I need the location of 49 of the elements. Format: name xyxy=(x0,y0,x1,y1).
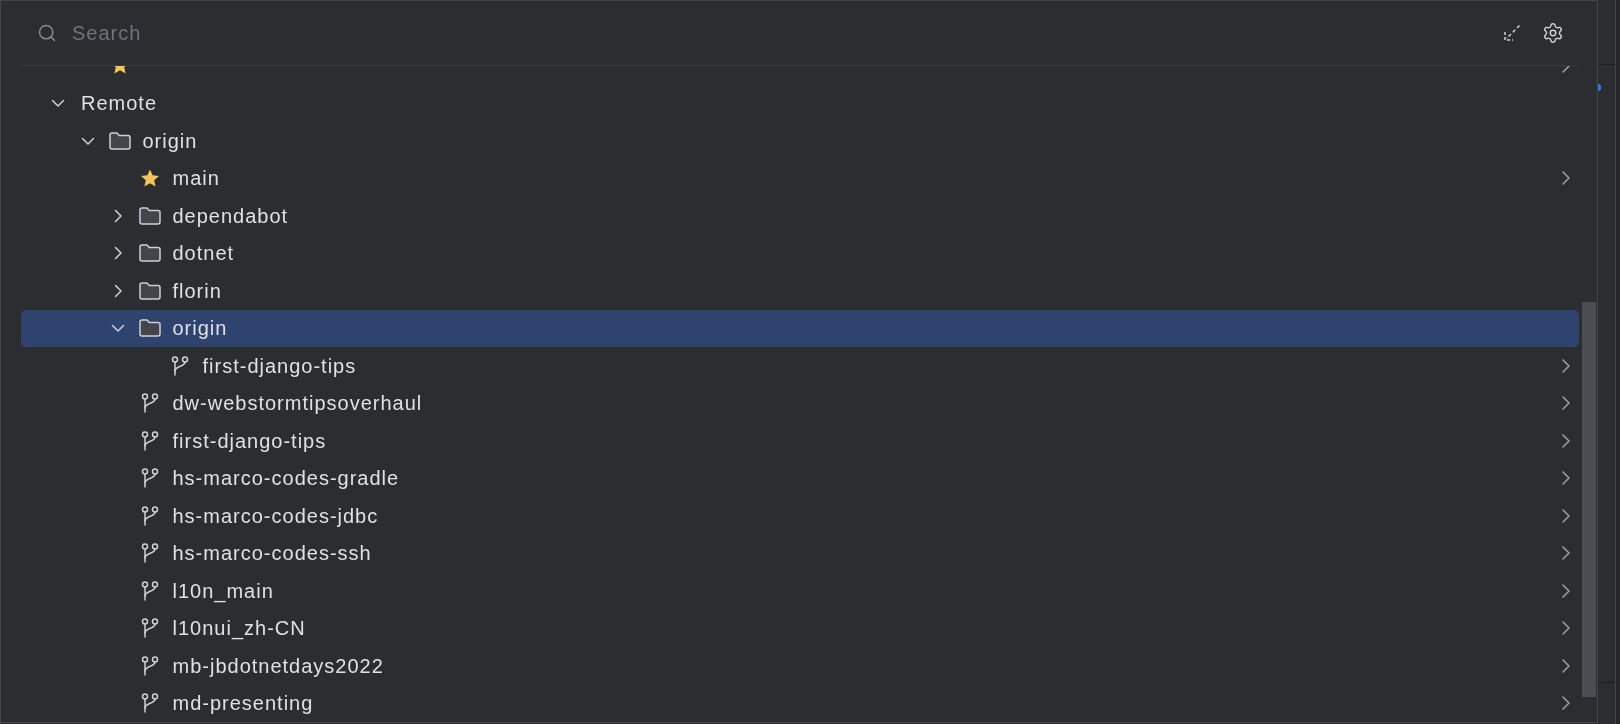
tree-item[interactable]: hs-marco-codes-gradle xyxy=(21,459,1579,497)
branch-icon xyxy=(141,430,159,451)
folder-icon xyxy=(139,281,161,300)
branch-icon xyxy=(141,393,159,414)
chevron-right-icon[interactable] xyxy=(1561,170,1571,187)
branch-icon xyxy=(141,693,159,714)
tree-item[interactable]: florin xyxy=(21,272,1579,310)
search-icon xyxy=(37,23,57,43)
tree-item[interactable]: hs-marco-codes-ssh xyxy=(21,534,1579,572)
branch-icon xyxy=(141,543,159,564)
branch-icon xyxy=(141,580,159,601)
chevron-right-icon[interactable] xyxy=(1561,695,1571,712)
tree-item[interactable]: Remote xyxy=(21,84,1579,122)
star-icon xyxy=(140,168,160,188)
chevron-right-icon[interactable] xyxy=(1561,470,1571,487)
tree-item[interactable]: mb-jbdotnetdays2022 xyxy=(21,647,1579,685)
tree-item[interactable]: l10nui_zh-CN xyxy=(21,609,1579,647)
folder-icon xyxy=(109,131,131,150)
tree-item[interactable]: origin xyxy=(21,309,1579,347)
chevron-right-icon[interactable] xyxy=(1561,582,1571,599)
chevron-right-icon[interactable] xyxy=(1561,620,1571,637)
settings-icon xyxy=(1542,22,1564,44)
branch-icon xyxy=(141,655,159,676)
branch-icon xyxy=(141,468,159,489)
collapse-arrow-icon xyxy=(1503,24,1521,42)
branch-icon xyxy=(171,355,189,376)
tree-item[interactable]: first-django-tips xyxy=(21,422,1579,460)
tree-item[interactable]: hs-marco-codes-jdbc xyxy=(21,497,1579,535)
scrollbar-thumb[interactable] xyxy=(1582,302,1596,697)
tree-item[interactable]: dependabot xyxy=(21,197,1579,235)
search-field[interactable]: Search xyxy=(72,18,1484,48)
folder-icon xyxy=(139,206,161,225)
tree-item[interactable]: main xyxy=(21,159,1579,197)
chevron-right-icon[interactable] xyxy=(1561,657,1571,674)
chevron-right-icon[interactable] xyxy=(1561,507,1571,524)
tree-item[interactable]: origin xyxy=(21,122,1579,160)
branch-icon xyxy=(141,618,159,639)
chevron-right-icon[interactable] xyxy=(1561,432,1571,449)
branch-icon xyxy=(141,505,159,526)
folder-icon xyxy=(139,244,161,263)
tree-item[interactable]: dw-webstormtipsoverhaul xyxy=(21,384,1579,422)
chevron-right-icon[interactable] xyxy=(1561,395,1571,412)
chevron-right-icon[interactable] xyxy=(1561,545,1571,562)
tree-item[interactable]: md-presenting xyxy=(21,684,1579,722)
folder-icon xyxy=(139,319,161,338)
tree-item[interactable]: first-django-tips xyxy=(21,347,1579,385)
tree-item[interactable]: dotnet xyxy=(21,234,1579,272)
tree-item[interactable]: l10n_main xyxy=(21,572,1579,610)
chevron-right-icon[interactable] xyxy=(1561,357,1571,374)
